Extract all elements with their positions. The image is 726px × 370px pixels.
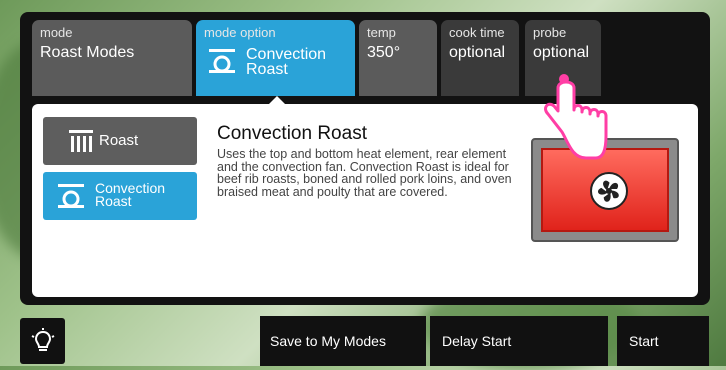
- tab-label: cook time: [449, 25, 505, 40]
- tab-value-line1: Convection: [246, 46, 327, 63]
- tab-cook-time[interactable]: cook time optional: [441, 20, 519, 96]
- tab-label: probe: [533, 25, 567, 40]
- tab-mode[interactable]: mode Roast Modes: [32, 20, 192, 96]
- start-button[interactable]: Start: [617, 316, 709, 366]
- tab-label: temp: [367, 25, 396, 40]
- option-label-line2: Roast: [95, 193, 132, 209]
- fan-icon: [590, 172, 628, 210]
- tab-value: optional: [449, 44, 506, 61]
- mode-title: Convection Roast: [217, 123, 367, 144]
- option-convection-roast-button[interactable]: Convection Roast: [43, 172, 197, 220]
- tab-label: mode option: [204, 25, 276, 40]
- tab-value-line2: Roast: [246, 61, 288, 78]
- tab-temp[interactable]: temp 350°: [359, 20, 437, 96]
- convection-icon: [57, 183, 85, 214]
- light-button[interactable]: [20, 318, 65, 364]
- option-roast-button[interactable]: Roast: [43, 117, 197, 165]
- pointing-hand-icon: [540, 66, 610, 171]
- convection-icon: [208, 48, 236, 79]
- tab-value: 350°: [367, 44, 401, 61]
- tab-value: optional: [533, 44, 590, 61]
- mode-description: Uses the top and bottom heat element, re…: [217, 147, 512, 199]
- tab-mode-option[interactable]: mode option Convection Roast: [196, 20, 355, 96]
- roast-bars-icon: [69, 130, 93, 157]
- light-icon: [30, 328, 56, 357]
- delay-start-button[interactable]: Delay Start: [430, 316, 608, 366]
- delay-start-label: Delay Start: [442, 333, 512, 349]
- tab-value: Roast Modes: [40, 44, 135, 61]
- start-label: Start: [629, 333, 659, 349]
- option-label: Roast: [99, 132, 139, 149]
- save-button-label: Save to My Modes: [270, 333, 386, 349]
- save-to-my-modes-button[interactable]: Save to My Modes: [260, 316, 426, 366]
- tab-label: mode: [40, 25, 73, 40]
